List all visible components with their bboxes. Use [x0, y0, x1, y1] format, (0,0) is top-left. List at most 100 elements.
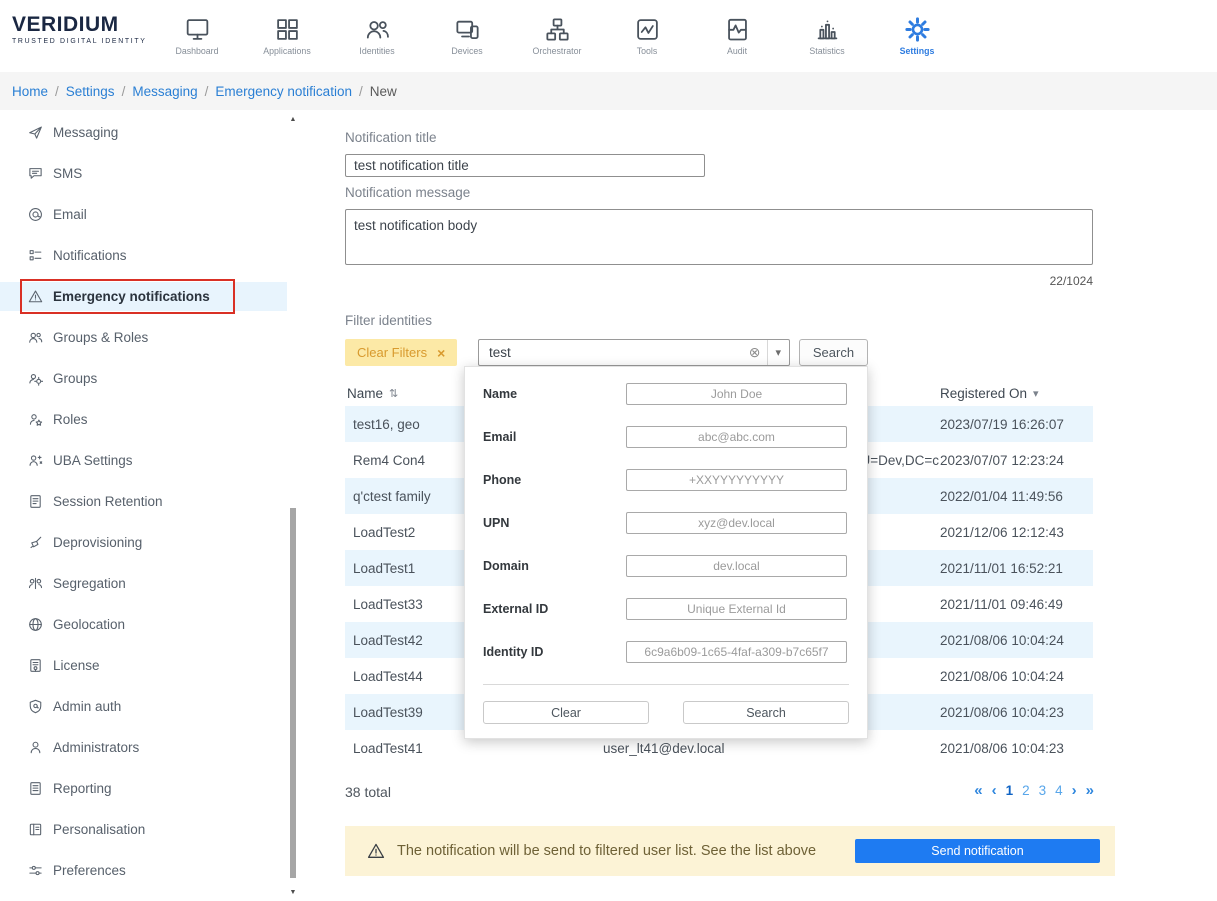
sidebar-item-label: Deprovisioning	[53, 535, 143, 550]
first-page-button[interactable]: «	[974, 783, 982, 798]
sms-icon	[28, 166, 43, 181]
sidebar-item-internationalization[interactable]: Internationalization	[0, 897, 287, 901]
breadcrumb-new[interactable]: New	[370, 84, 397, 99]
applications-icon	[275, 17, 300, 42]
prev-page-button[interactable]: ‹	[992, 783, 997, 798]
admin-auth-icon	[28, 699, 43, 714]
breadcrumb-emergency-notification[interactable]: Emergency notification	[215, 84, 352, 99]
sidebar-item-label: Roles	[53, 412, 88, 427]
audit-icon	[725, 17, 750, 42]
dashboard-icon	[185, 17, 210, 42]
next-page-button[interactable]: ›	[1072, 783, 1077, 798]
sidebar-item-deprovisioning[interactable]: Deprovisioning	[0, 528, 287, 557]
nav-item-label: Audit	[726, 45, 748, 56]
sidebar-item-license[interactable]: License	[0, 651, 287, 680]
sidebar-item-messaging[interactable]: Messaging	[0, 118, 287, 147]
clear-search-icon[interactable]: ⊗	[742, 344, 768, 361]
column-header-registered[interactable]: Registered On ▾	[940, 380, 1093, 406]
breadcrumb-settings[interactable]: Settings	[66, 84, 115, 99]
popup-search-button[interactable]: Search	[683, 701, 849, 724]
popup-field-row: UPN	[483, 512, 849, 534]
nav-item-devices[interactable]: Devices	[422, 5, 512, 67]
popup-divider	[483, 684, 849, 685]
notifications-icon	[28, 248, 43, 263]
sidebar-item-uba-settings[interactable]: UBA Settings	[0, 446, 287, 475]
sidebar-item-roles[interactable]: Roles	[0, 405, 287, 434]
veridium-logo[interactable]: VERIDIUM TRUSTED DIGITAL IDENTITY	[12, 14, 147, 45]
identities-icon	[365, 17, 390, 42]
nav-item-tools[interactable]: Tools	[602, 5, 692, 67]
sidebar-item-segregation[interactable]: Segregation	[0, 569, 287, 598]
nav-item-dashboard[interactable]: Dashboard	[152, 5, 242, 67]
page-number[interactable]: 3	[1039, 783, 1047, 798]
identity-filter-popup: Name Email Phone UPN	[464, 366, 868, 739]
sidebar-item-label: Emergency notifications	[53, 289, 210, 304]
sidebar-item-groups-roles[interactable]: Groups & Roles	[0, 323, 287, 352]
search-button[interactable]: Search	[799, 339, 868, 366]
breadcrumb-home[interactable]: Home	[12, 84, 48, 99]
sidebar-item-administrators[interactable]: Administrators	[0, 733, 287, 762]
send-icon	[28, 125, 43, 140]
popup-input-email[interactable]	[626, 426, 847, 448]
nav-item-label: Tools	[636, 45, 658, 56]
sidebar-item-preferences[interactable]: Preferences	[0, 856, 287, 885]
nav-item-statistics[interactable]: Statistics	[782, 5, 872, 67]
tools-icon	[635, 17, 660, 42]
cell-registered: 2021/08/06 10:04:24	[940, 668, 1064, 684]
dropdown-caret-icon[interactable]: ▾	[767, 340, 789, 365]
logo-tagline: TRUSTED DIGITAL IDENTITY	[12, 38, 147, 45]
page-number[interactable]: 4	[1055, 783, 1063, 798]
nav-item-identities[interactable]: Identities	[332, 5, 422, 67]
popup-input-name[interactable]	[626, 383, 847, 405]
sidebar-item-notifications[interactable]: Notifications	[0, 241, 287, 270]
popup-input-domain[interactable]	[626, 555, 847, 577]
sidebar-item-label: Admin auth	[53, 699, 122, 714]
notification-title-input[interactable]	[345, 154, 705, 177]
sidebar-item-admin-auth[interactable]: Admin auth	[0, 692, 287, 721]
popup-input-identity-id[interactable]	[626, 641, 847, 663]
last-page-button[interactable]: »	[1086, 783, 1094, 798]
nav-item-applications[interactable]: Applications	[242, 5, 332, 67]
page-number[interactable]: 1	[1006, 783, 1014, 798]
sidebar-scrollbar[interactable]: ▲ ▼	[288, 112, 298, 899]
sidebar-item-personalisation[interactable]: Personalisation	[0, 815, 287, 844]
sidebar-item-emergency-notifications[interactable]: Emergency notifications	[0, 279, 287, 314]
scroll-down-icon[interactable]: ▼	[288, 889, 298, 897]
sidebar-item-label: Preferences	[53, 863, 126, 878]
banner-message: The notification will be send to filtere…	[397, 843, 817, 859]
popup-clear-button[interactable]: Clear	[483, 701, 649, 724]
nav-item-audit[interactable]: Audit	[692, 5, 782, 67]
notification-message-textarea[interactable]: test notification body	[345, 209, 1093, 265]
orchestrator-icon	[545, 17, 570, 42]
scroll-up-icon[interactable]: ▲	[288, 116, 298, 124]
sidebar-item-reporting[interactable]: Reporting	[0, 774, 287, 803]
popup-input-upn[interactable]	[626, 512, 847, 534]
warning-banner: The notification will be send to filtere…	[345, 826, 1115, 876]
roles-icon	[28, 412, 43, 427]
identity-search-combobox[interactable]: test ⊗ ▾	[478, 339, 790, 366]
sidebar-item-geolocation[interactable]: Geolocation	[0, 610, 287, 639]
popup-field-row: Identity ID	[483, 641, 849, 663]
page-number[interactable]: 2	[1022, 783, 1030, 798]
char-counter: 22/1024	[1049, 274, 1093, 288]
sort-icon[interactable]: ⇅	[389, 387, 398, 400]
sidebar-item-email[interactable]: Email	[0, 200, 287, 229]
breadcrumb-messaging[interactable]: Messaging	[132, 84, 197, 99]
send-notification-button[interactable]: Send notification	[855, 839, 1100, 863]
settings-sidebar: Messaging SMS Email Notifications Emerge…	[0, 110, 287, 901]
breadcrumb-separator: /	[121, 83, 126, 99]
popup-input-phone[interactable]	[626, 469, 847, 491]
registered-column-label: Registered On	[940, 385, 1028, 401]
clear-filters-button[interactable]: Clear Filters ×	[345, 339, 458, 366]
sidebar-item-session-retention[interactable]: Session Retention	[0, 487, 287, 516]
scrollbar-thumb[interactable]	[290, 508, 296, 878]
nav-item-settings[interactable]: Settings	[872, 5, 962, 67]
license-icon	[28, 658, 43, 673]
nav-item-orchestrator[interactable]: Orchestrator	[512, 5, 602, 67]
sidebar-item-groups[interactable]: Groups	[0, 364, 287, 393]
chip-close-icon[interactable]: ×	[437, 345, 445, 361]
sidebar-item-sms[interactable]: SMS	[0, 159, 287, 188]
popup-fields: Name Email Phone UPN	[483, 383, 849, 663]
cell-registered: 2021/12/06 12:12:43	[940, 524, 1064, 540]
popup-input-external-id[interactable]	[626, 598, 847, 620]
